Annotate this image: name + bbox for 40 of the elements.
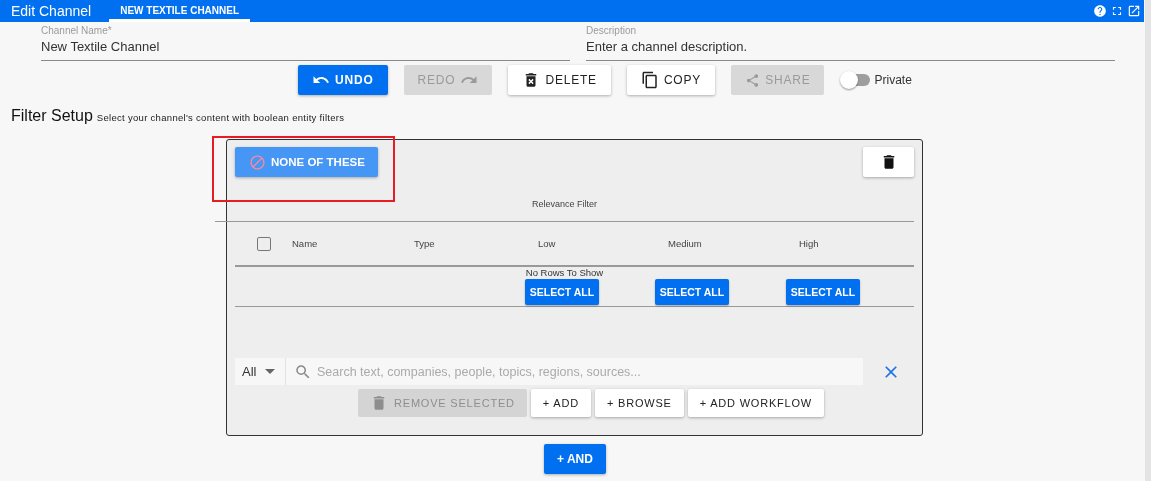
scope-dropdown[interactable]: All <box>235 358 286 385</box>
search-icon <box>294 363 312 381</box>
empty-message: No Rows To Show <box>524 267 605 278</box>
add-button[interactable]: + BROWSE <box>594 389 684 417</box>
field-label: Description <box>586 25 637 36</box>
delete-filter-button[interactable] <box>863 147 914 177</box>
search-field[interactable]: Search text, companies, people, topics, regions, sources... <box>286 358 863 385</box>
window-title: Edit Channel <box>11 3 92 19</box>
column-header: Medium <box>667 238 703 249</box>
toggle-label: Private <box>874 73 912 87</box>
and-button[interactable]: + AND <box>544 444 606 474</box>
delete-button[interactable]: DELETE <box>508 65 611 95</box>
section-subtitle: Select your channel's content with boolean entity filters <box>96 112 345 123</box>
select-all-button[interactable]: SELECT ALL <box>525 279 599 305</box>
column-header: Low <box>537 238 557 249</box>
section-title: Filter Setup <box>11 107 93 125</box>
external-link-icon[interactable] <box>1127 4 1141 18</box>
private-toggle[interactable] <box>842 74 871 86</box>
share-icon <box>745 72 761 88</box>
block-icon <box>249 153 266 171</box>
copy-icon <box>640 71 659 89</box>
text-field[interactable]: New Textile Channel <box>41 36 570 61</box>
select-all-button[interactable]: SELECT ALL <box>655 279 729 305</box>
fullscreen-icon[interactable] <box>1110 4 1124 18</box>
group-heading: Relevance Filter <box>215 177 914 222</box>
tab[interactable]: NEW TEXTILE CHANNEL <box>109 5 251 22</box>
column-header: High <box>798 238 820 249</box>
help-icon[interactable] <box>1093 4 1107 18</box>
copy-button[interactable]: COPY <box>626 65 716 95</box>
checkbox[interactable] <box>257 236 271 251</box>
field-label: Channel Name* <box>41 25 112 36</box>
undo-button[interactable]: UNDO <box>298 65 388 95</box>
caret-icon <box>265 369 276 374</box>
column-header: Name <box>291 238 319 249</box>
add-button[interactable]: + ADD <box>530 389 591 417</box>
select-all-button[interactable]: SELECT ALL <box>786 279 860 305</box>
add-button[interactable]: + ADD WORKFLOW <box>687 389 825 417</box>
none-of-these-button[interactable]: NONE OF THESE <box>235 147 378 177</box>
column-header: Type <box>413 238 436 249</box>
text-field[interactable]: Enter a channel description. <box>586 36 1115 61</box>
